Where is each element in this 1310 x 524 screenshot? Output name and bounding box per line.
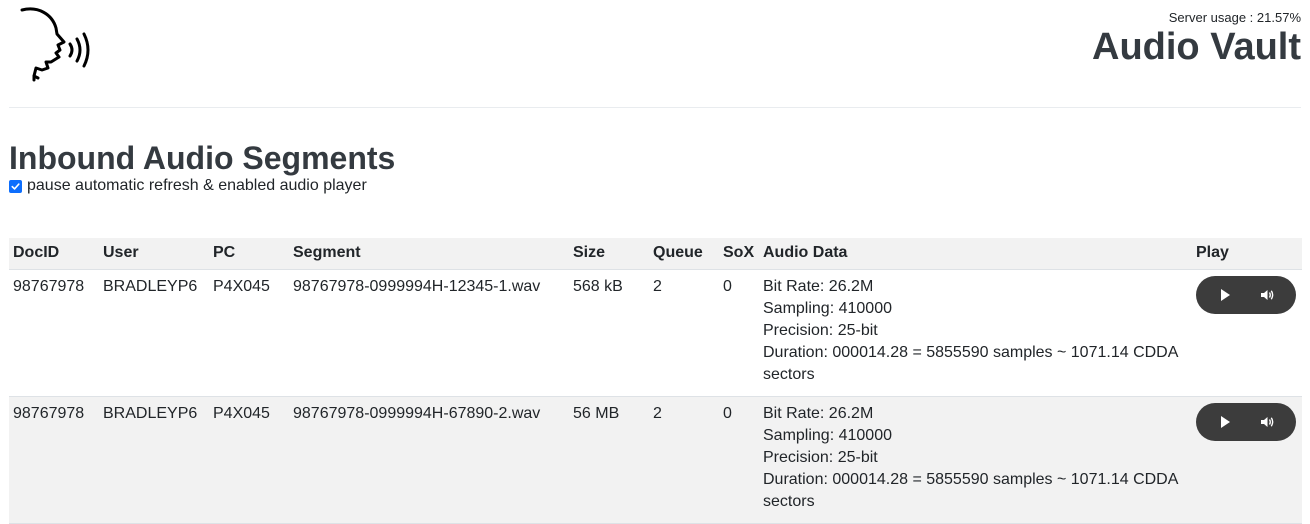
bit-rate: Bit Rate: 26.2M <box>763 405 874 422</box>
size-cell: 568 kB <box>569 269 649 397</box>
header-divider <box>9 107 1301 108</box>
col-play: Play <box>1192 238 1302 270</box>
table-row: 98767978 BRADLEYP6 P4X045 98767978-09999… <box>9 269 1302 397</box>
bit-rate: Bit Rate: 26.2M <box>763 278 874 295</box>
volume-icon <box>1261 417 1274 427</box>
audio-player[interactable] <box>1196 276 1296 314</box>
col-segment: Segment <box>289 238 569 270</box>
col-docid: DocID <box>9 238 99 270</box>
col-sox: SoX <box>719 238 759 270</box>
sox-cell: 0 <box>719 269 759 397</box>
pause-refresh-toggle[interactable]: pause automatic refresh & enabled audio … <box>9 177 367 195</box>
play-icon <box>1221 416 1230 428</box>
duration: Duration: 000014.28 = 5855590 samples ~ … <box>763 471 1178 510</box>
col-audio-data: Audio Data <box>759 238 1192 270</box>
segment-cell: 98767978-0999994H-67890-2.wav <box>289 396 569 524</box>
pause-checkbox[interactable] <box>9 179 22 193</box>
play-cell <box>1192 396 1302 524</box>
col-size: Size <box>569 238 649 270</box>
queue-cell: 2 <box>649 269 719 397</box>
duration: Duration: 000014.28 = 5855590 samples ~ … <box>763 344 1178 383</box>
sox-cell: 0 <box>719 396 759 524</box>
user-cell: BRADLEYP6 <box>99 269 209 397</box>
segments-table: DocID User PC Segment Size Queue SoX Aud… <box>9 238 1302 524</box>
pc-cell: P4X045 <box>209 269 289 397</box>
volume-button[interactable] <box>1253 408 1281 436</box>
sampling: Sampling: 410000 <box>763 300 892 317</box>
volume-button[interactable] <box>1253 281 1281 309</box>
col-pc: PC <box>209 238 289 270</box>
app-title: Audio Vault <box>1092 26 1301 68</box>
col-user: User <box>99 238 209 270</box>
table-header-row: DocID User PC Segment Size Queue SoX Aud… <box>9 238 1302 270</box>
volume-icon <box>1261 290 1274 300</box>
docid-cell: 98767978 <box>9 269 99 397</box>
audio-data-cell: Bit Rate: 26.2M Sampling: 410000 Precisi… <box>759 396 1192 524</box>
play-button[interactable] <box>1211 408 1239 436</box>
audio-player[interactable] <box>1196 403 1296 441</box>
user-cell: BRADLEYP6 <box>99 396 209 524</box>
play-cell <box>1192 269 1302 397</box>
precision: Precision: 25-bit <box>763 322 878 339</box>
table-row: 98767978 BRADLEYP6 P4X045 98767978-09999… <box>9 396 1302 524</box>
docid-cell: 98767978 <box>9 396 99 524</box>
page-title: Inbound Audio Segments <box>9 140 396 176</box>
queue-cell: 2 <box>649 396 719 524</box>
play-button[interactable] <box>1211 281 1239 309</box>
pc-cell: P4X045 <box>209 396 289 524</box>
speaking-head-icon <box>18 6 94 84</box>
checkmark-icon <box>11 182 20 190</box>
col-queue: Queue <box>649 238 719 270</box>
segment-cell: 98767978-0999994H-12345-1.wav <box>289 269 569 397</box>
server-usage: Server usage : 21.57% <box>1168 10 1301 25</box>
pause-label: pause automatic refresh & enabled audio … <box>27 177 367 194</box>
play-icon <box>1221 289 1230 301</box>
size-cell: 56 MB <box>569 396 649 524</box>
sampling: Sampling: 410000 <box>763 427 892 444</box>
precision: Precision: 25-bit <box>763 449 878 466</box>
audio-data-cell: Bit Rate: 26.2M Sampling: 410000 Precisi… <box>759 269 1192 397</box>
